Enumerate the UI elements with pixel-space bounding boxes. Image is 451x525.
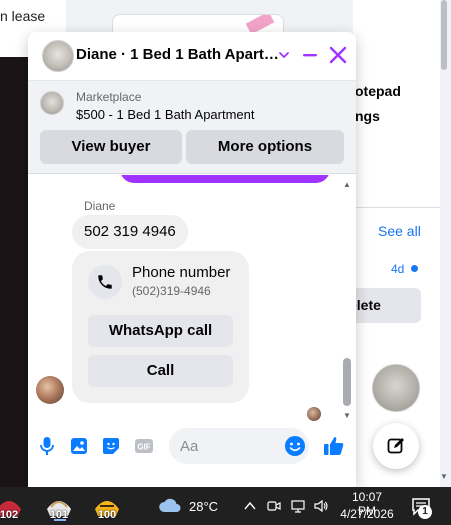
network-icon[interactable] — [290, 499, 306, 513]
chat-header[interactable]: Diane · 1 Bed 1 Bath Apart… — [28, 32, 356, 80]
sender-name: Diane — [84, 199, 116, 213]
listing-thumbnail[interactable] — [372, 364, 420, 412]
phone-icon — [88, 265, 122, 299]
chevron-down-icon[interactable] — [277, 48, 291, 62]
scroll-up-arrow[interactable]: ▲ — [343, 180, 351, 189]
outgoing-message-bubble[interactable] — [120, 175, 330, 183]
app-badge: 102 — [0, 509, 19, 521]
taskbar-app-1[interactable]: 102 — [0, 491, 24, 521]
whatsapp-call-button[interactable]: WhatsApp call — [88, 315, 233, 347]
seen-indicator-avatar — [307, 407, 321, 421]
marketplace-bar: Marketplace $500 - 1 Bed 1 Bath Apartmen… — [28, 80, 356, 174]
new-message-button[interactable] — [373, 423, 419, 469]
taskbar: 102 101 100 28°C 10:07 PM 4/27/2026 1 — [0, 487, 451, 525]
speaker-icon[interactable] — [313, 499, 329, 513]
phone-number-card: Phone number (502)319-4946 WhatsApp call… — [72, 251, 249, 403]
see-all-link[interactable]: See all — [378, 223, 421, 239]
clock-date[interactable]: 4/27/2026 — [336, 507, 398, 521]
message-scrollbar-thumb[interactable] — [343, 358, 351, 406]
svg-text:GIF: GIF — [137, 443, 150, 452]
microphone-icon[interactable] — [36, 435, 58, 457]
unread-dot — [411, 265, 418, 272]
card-title: Phone number — [132, 264, 231, 281]
listing-avatar — [42, 40, 74, 72]
notepad-snippet: otepad ngs — [355, 79, 401, 129]
right-panel — [353, 0, 451, 487]
marketplace-label: Marketplace — [76, 90, 142, 104]
time-ago: 4d — [391, 262, 405, 276]
cloud-icon[interactable] — [158, 497, 182, 513]
taskbar-app-2[interactable]: 101 — [44, 491, 74, 521]
incoming-message-bubble[interactable]: 502 319 4946 — [72, 215, 188, 249]
compose-icon — [387, 438, 404, 454]
chat-title[interactable]: Diane · 1 Bed 1 Bath Apart… — [76, 46, 279, 63]
minimize-icon[interactable] — [302, 44, 318, 66]
app-badge: 100 — [97, 509, 117, 521]
message-composer: GIF — [28, 421, 356, 487]
view-buyer-button[interactable]: View buyer — [40, 130, 182, 164]
card-phone-number: (502)319-4946 — [132, 284, 211, 298]
sticker-icon[interactable] — [100, 435, 122, 457]
active-indicator — [54, 519, 66, 521]
chat-window: Diane · 1 Bed 1 Bath Apart… Marketplace … — [28, 32, 356, 487]
temperature[interactable]: 28°C — [189, 499, 218, 514]
gif-icon[interactable]: GIF — [133, 435, 155, 457]
divider — [353, 207, 443, 208]
notification-count: 1 — [418, 505, 432, 519]
sender-avatar[interactable] — [36, 376, 64, 404]
scroll-down-arrow[interactable]: ▼ — [343, 411, 351, 420]
more-options-button[interactable]: More options — [186, 130, 344, 164]
call-button[interactable]: Call — [88, 355, 233, 387]
listing-title[interactable]: $500 - 1 Bed 1 Bath Apartment — [76, 107, 255, 122]
message-list[interactable]: Diane 502 319 4946 Phone number (502)319… — [28, 175, 356, 421]
page-scrollbar[interactable] — [440, 0, 451, 487]
page-scrollbar-thumb[interactable] — [441, 0, 447, 70]
taskbar-app-3[interactable]: 100 — [92, 491, 122, 521]
lease-text: n lease — [0, 8, 46, 24]
close-icon[interactable] — [328, 45, 348, 65]
notepad-line-2: ngs — [355, 108, 380, 124]
delete-button[interactable]: elete — [345, 288, 421, 323]
notepad-line-1: otepad — [355, 83, 401, 99]
like-icon[interactable] — [322, 434, 346, 458]
emoji-icon[interactable] — [284, 435, 306, 457]
marketplace-avatar — [40, 91, 64, 115]
meet-now-icon[interactable] — [266, 499, 282, 513]
photo-icon[interactable] — [68, 435, 90, 457]
scroll-down-arrow[interactable]: ▼ — [440, 472, 448, 481]
left-photo — [0, 57, 30, 487]
chevron-up-icon[interactable] — [242, 499, 258, 513]
